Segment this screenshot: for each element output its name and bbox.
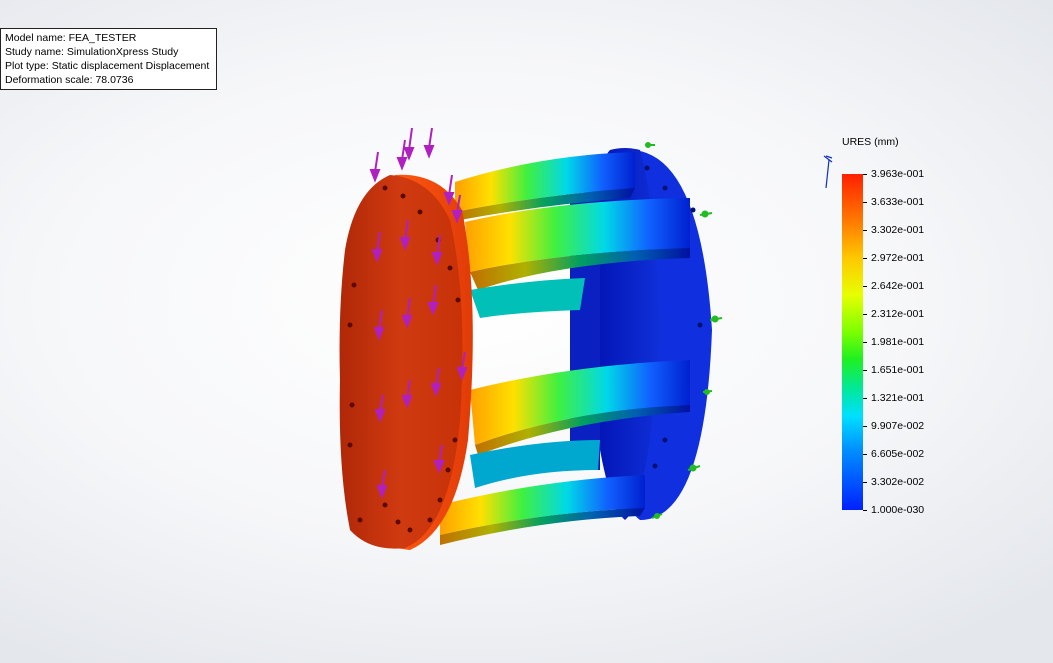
legend-tick-label: 1.000e-030 (871, 504, 925, 516)
legend-tick-mark (863, 426, 867, 427)
legend-tick-mark (863, 510, 867, 511)
bolt-hole (395, 519, 401, 525)
fixed-support-icon (699, 210, 713, 218)
legend-tick-mark (863, 230, 867, 231)
legend-tick-label: 1.321e-001 (871, 392, 925, 404)
bolt-hole (662, 185, 668, 191)
legend-tick-label: 3.963e-001 (871, 168, 925, 180)
bolt-hole (400, 193, 406, 199)
legend-tick-label: 2.972e-001 (871, 252, 925, 264)
bolt-hole (349, 402, 355, 408)
bolt-hole (662, 437, 668, 443)
legend-title: URES (mm) (842, 136, 899, 148)
orientation-triad-icon (823, 155, 833, 189)
legend-tick-mark (863, 174, 867, 175)
bolt-hole (382, 185, 388, 191)
bolt-hole (652, 463, 658, 469)
bolt-hole (447, 265, 453, 271)
bolt-hole (452, 437, 458, 443)
bolt-hole (357, 517, 363, 523)
bolt-hole (347, 322, 353, 328)
bolt-hole (347, 442, 353, 448)
model-viewport[interactable] (0, 0, 1053, 663)
fixed-support-icon (702, 389, 713, 395)
legend-tick-label: 1.981e-001 (871, 336, 925, 348)
bolt-hole (351, 282, 357, 288)
legend-tick-mark (863, 314, 867, 315)
legend-tick-mark (863, 454, 867, 455)
bolt-hole (437, 497, 443, 503)
legend-tick-label: 2.312e-001 (871, 308, 925, 320)
beam-bottom (440, 475, 645, 535)
force-arrow-icon (403, 127, 415, 161)
force-arrow-icon (423, 127, 435, 159)
bolt-hole (644, 165, 650, 171)
bolt-hole (417, 209, 423, 215)
force-arrow-icon (369, 151, 381, 183)
bolt-hole (382, 502, 388, 508)
bolt-hole (690, 207, 696, 213)
legend-tick-mark (863, 342, 867, 343)
legend-tick-mark (863, 258, 867, 259)
legend-tick-mark (863, 482, 867, 483)
bolt-hole (455, 297, 461, 303)
legend-tick-mark (863, 370, 867, 371)
force-arrow-icon (396, 139, 408, 171)
bolt-hole (427, 517, 433, 523)
fixed-support-icon (645, 142, 655, 148)
color-scale-bar (842, 174, 863, 510)
legend-tick-label: 1.651e-001 (871, 364, 925, 376)
bolt-hole (407, 527, 413, 533)
legend-tick-label: 9.907e-002 (871, 420, 925, 432)
legend-tick-mark (863, 398, 867, 399)
bolt-hole (445, 467, 451, 473)
bolt-hole (697, 322, 703, 328)
legend-tick-label: 3.302e-002 (871, 476, 925, 488)
legend-tick-label: 6.605e-002 (871, 448, 925, 460)
legend-tick-mark (863, 286, 867, 287)
legend-tick-label: 3.633e-001 (871, 196, 925, 208)
legend-tick-mark (863, 202, 867, 203)
legend-tick-label: 3.302e-001 (871, 224, 925, 236)
legend-tick-label: 2.642e-001 (871, 280, 925, 292)
fixed-support-icon (709, 315, 723, 323)
